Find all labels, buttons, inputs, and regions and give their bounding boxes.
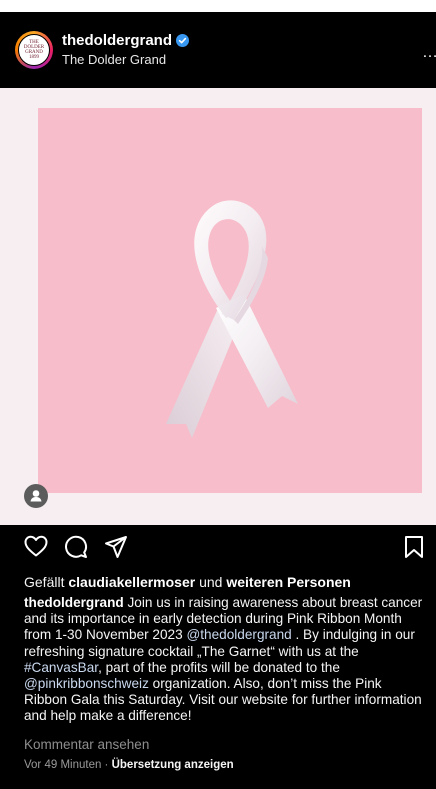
meta-separator: · [101, 759, 112, 771]
heart-icon[interactable] [24, 535, 48, 557]
account-display-name[interactable]: The Dolder Grand [62, 52, 166, 67]
pink-background [38, 108, 422, 493]
likes-rest[interactable]: weiteren Personen [226, 574, 351, 590]
bookmark-icon[interactable] [404, 535, 424, 559]
logo-line-4: 1899 [29, 55, 39, 60]
mention-link[interactable]: @thedoldergrand [186, 627, 291, 642]
comment-icon[interactable] [64, 535, 88, 559]
more-icon[interactable]: … [422, 44, 436, 62]
dolder-grand-logo: THE DOLDER GRAND 1899 [18, 34, 50, 66]
mention-link-2[interactable]: @pinkribbonschweiz [24, 676, 149, 691]
status-bar-strip [0, 0, 436, 12]
likes-mid: und [195, 574, 227, 590]
post-timestamp: Vor 49 Minuten [24, 759, 102, 771]
post-image[interactable] [0, 88, 436, 525]
post-header: THE DOLDER GRAND 1899 thedoldergrand The… [0, 12, 436, 88]
pink-ribbon-illustration [166, 200, 298, 438]
view-comments-link[interactable]: Kommentar ansehen [24, 737, 149, 752]
translate-link[interactable]: Übersetzung anzeigen [112, 759, 234, 771]
likes-user[interactable]: claudiakellermoser [68, 574, 195, 590]
post-actions-bar [0, 525, 436, 565]
verified-badge-icon [176, 34, 189, 47]
hashtag-link[interactable]: #CanvasBar [24, 660, 98, 675]
account-username[interactable]: thedoldergrand [62, 32, 172, 49]
likes-prefix: Gefällt [24, 574, 69, 590]
post-meta: Vor 49 Minuten · Übersetzung anzeigen [24, 759, 234, 771]
user-tag-icon[interactable] [24, 484, 48, 508]
caption-text-3: , part of the profits will be donated to… [98, 659, 340, 675]
caption-username[interactable]: thedoldergrand [24, 595, 124, 610]
likes-summary[interactable]: Gefällt claudiakellermoser und weiteren … [24, 574, 351, 590]
send-icon[interactable] [104, 535, 128, 559]
profile-avatar[interactable]: THE DOLDER GRAND 1899 [15, 31, 53, 69]
post-caption: thedoldergrand Join us in raising awaren… [24, 595, 424, 725]
